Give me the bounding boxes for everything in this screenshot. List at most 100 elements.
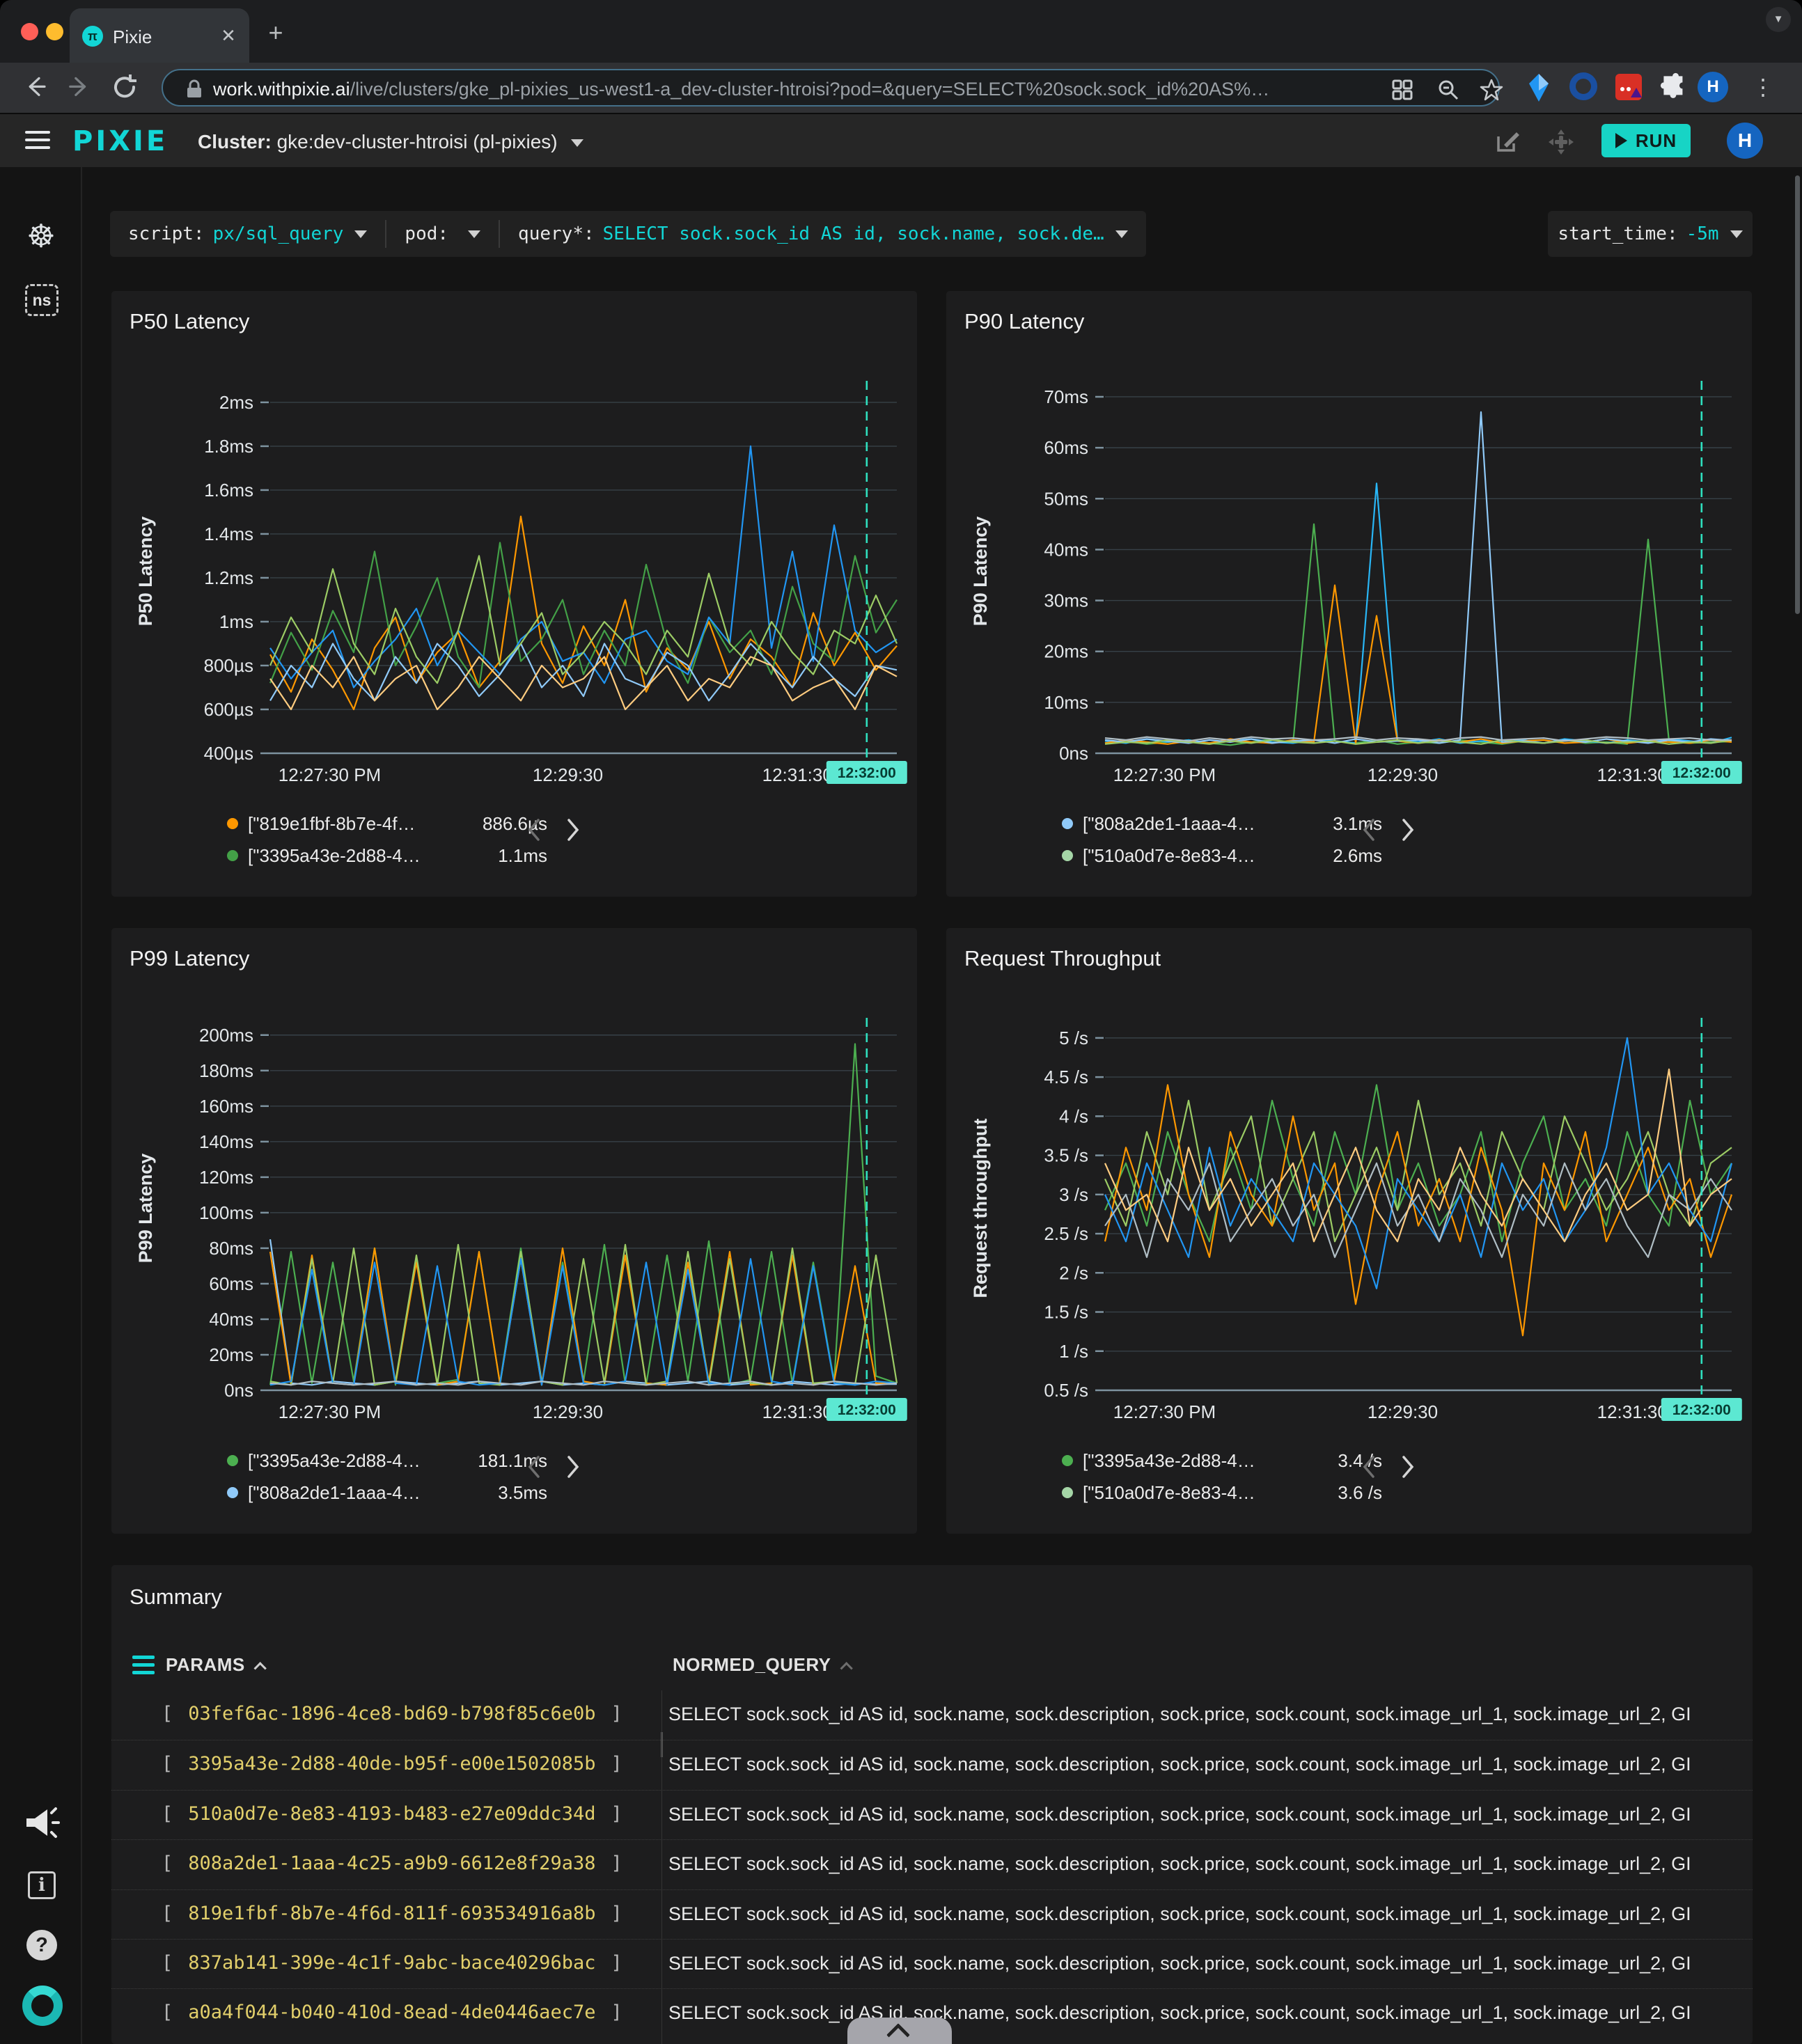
move-widgets-icon[interactable] bbox=[1547, 128, 1575, 156]
svg-text:P99 Latency: P99 Latency bbox=[135, 1154, 156, 1264]
svg-text:12:32:00: 12:32:00 bbox=[838, 1402, 896, 1418]
legend-item[interactable]: ["3395a43e-2d88-4…1.1ms bbox=[227, 840, 826, 872]
table-row[interactable]: [03fef6ac-1896-4ce8-bd69-b798f85c6e0b]SE… bbox=[111, 1690, 1753, 1740]
browser-menu-icon[interactable]: ⋮ bbox=[1752, 70, 1773, 104]
svg-text:1.4ms: 1.4ms bbox=[204, 524, 253, 544]
legend-item[interactable]: ["510a0d7e-8e83-4…3.6 /s bbox=[1062, 1477, 1661, 1509]
legend-dot-icon bbox=[227, 850, 238, 861]
svg-text:20ms: 20ms bbox=[1044, 641, 1088, 662]
menu-hamburger-icon[interactable] bbox=[25, 131, 50, 150]
series-837ab141 bbox=[270, 556, 897, 683]
legend-next-icon[interactable] bbox=[1400, 1454, 1416, 1479]
scrollbar-thumb[interactable] bbox=[1795, 175, 1800, 614]
svg-text:12:32:00: 12:32:00 bbox=[838, 765, 896, 781]
chart-legend: ["819e1fbf-8b7e-4f…886.6µs["3395a43e-2d8… bbox=[227, 808, 826, 872]
legend-prev-icon[interactable] bbox=[526, 817, 542, 842]
window-close-button[interactable] bbox=[21, 23, 38, 40]
back-icon[interactable] bbox=[19, 71, 52, 103]
svg-text:70ms: 70ms bbox=[1044, 386, 1088, 407]
params-cell: [808a2de1-1aaa-4c25-a9b9-6612e8f29a38] bbox=[162, 1853, 622, 1874]
drawer-expand-handle[interactable] bbox=[847, 2018, 952, 2044]
extension-circle-icon[interactable] bbox=[1569, 72, 1597, 100]
extensions-puzzle-icon[interactable] bbox=[1659, 72, 1686, 100]
tab-close-icon[interactable]: ✕ bbox=[217, 25, 240, 47]
cluster-label: Cluster: bbox=[198, 131, 272, 152]
table-menu-icon[interactable] bbox=[132, 1656, 155, 1679]
legend-dot-icon bbox=[1062, 1455, 1073, 1466]
svg-text:800µs: 800µs bbox=[204, 655, 253, 676]
kubernetes-icon[interactable]: ☸ bbox=[0, 217, 82, 255]
svg-text:30ms: 30ms bbox=[1044, 590, 1088, 611]
table-row[interactable]: [3395a43e-2d88-40de-b95f-e00e1502085b]SE… bbox=[111, 1740, 1753, 1789]
help-icon[interactable]: ? bbox=[26, 1930, 57, 1960]
request-throughput-chart: 5 /s4.5 /s4 /s3.5 /s3 /s2.5 /s2 /s1.5 /s… bbox=[946, 988, 1752, 1426]
normed-query-cell: SELECT sock.sock_id AS id, sock.name, so… bbox=[668, 1754, 1753, 1775]
play-icon bbox=[1615, 133, 1627, 148]
normed-query-cell: SELECT sock.sock_id AS id, sock.name, so… bbox=[668, 1903, 1753, 1925]
column-header-params[interactable]: PARAMS bbox=[166, 1654, 267, 1676]
info-icon[interactable]: i bbox=[28, 1871, 56, 1899]
address-bar[interactable]: work.withpixie.ai/live/clusters/gke_pl-p… bbox=[162, 69, 1500, 107]
legend-series-value: 2.6ms bbox=[1292, 845, 1382, 867]
tab-search-icon[interactable]: ▼ bbox=[1766, 7, 1791, 32]
cluster-selector[interactable]: Cluster: gke:dev-cluster-htroisi (pl-pix… bbox=[198, 131, 583, 153]
legend-next-icon[interactable] bbox=[565, 1454, 581, 1479]
table-row[interactable]: [837ab141-399e-4c1f-9abc-bace40296bac]SE… bbox=[111, 1939, 1753, 1988]
params-cell: [510a0d7e-8e83-4193-b483-e27e09ddc34d] bbox=[162, 1803, 622, 1825]
reload-icon[interactable] bbox=[109, 71, 141, 103]
tab-strip: π Pixie ✕ + ▼ bbox=[0, 0, 1802, 63]
series-510a0d7e bbox=[1105, 412, 1732, 744]
extension-pin-icon[interactable] bbox=[1525, 72, 1553, 103]
svg-text:1ms: 1ms bbox=[219, 611, 253, 632]
legend-item[interactable]: ["510a0d7e-8e83-4…2.6ms bbox=[1062, 840, 1661, 872]
browser-profile-avatar[interactable]: H bbox=[1698, 72, 1728, 102]
chevron-down-icon bbox=[354, 230, 367, 238]
forward-icon[interactable] bbox=[64, 71, 96, 103]
legend-prev-icon[interactable] bbox=[1361, 1454, 1377, 1479]
table-row[interactable]: [510a0d7e-8e83-4193-b483-e27e09ddc34d]SE… bbox=[111, 1790, 1753, 1839]
namespace-icon[interactable]: ns bbox=[25, 284, 58, 316]
extension-alert-icon[interactable] bbox=[1614, 72, 1643, 102]
start-time-dropdown[interactable]: start_time: -5m bbox=[1548, 211, 1753, 257]
summary-table-header: PARAMS NORMED_QUERY bbox=[111, 1643, 1753, 1690]
legend-series-name: ["510a0d7e-8e83-4… bbox=[1083, 1482, 1292, 1504]
chevron-down-icon bbox=[571, 139, 583, 147]
svg-text:140ms: 140ms bbox=[199, 1131, 253, 1152]
svg-text:4.5 /s: 4.5 /s bbox=[1044, 1067, 1088, 1087]
legend-dot-icon bbox=[1062, 1487, 1073, 1498]
svg-text:60ms: 60ms bbox=[209, 1273, 253, 1294]
legend-dot-icon bbox=[227, 818, 238, 829]
legend-series-name: ["819e1fbf-8b7e-4f… bbox=[248, 813, 457, 835]
announcements-megaphone-icon[interactable] bbox=[22, 1805, 61, 1841]
bookmark-star-icon[interactable] bbox=[1479, 77, 1504, 102]
column-header-normed-query[interactable]: NORMED_QUERY bbox=[673, 1654, 853, 1676]
script-dropdown[interactable]: script: px/sql_query bbox=[110, 220, 385, 248]
edit-script-icon[interactable] bbox=[1494, 128, 1522, 156]
run-button[interactable]: RUN bbox=[1601, 124, 1691, 157]
chat-widget-icon[interactable] bbox=[22, 1986, 63, 2026]
svg-text:1.6ms: 1.6ms bbox=[204, 480, 253, 501]
window-minimize-button[interactable] bbox=[46, 23, 63, 40]
svg-text:60ms: 60ms bbox=[1044, 437, 1088, 458]
table-row[interactable]: [819e1fbf-8b7e-4f6d-811f-693534916a8b]SE… bbox=[111, 1889, 1753, 1939]
legend-item[interactable]: ["808a2de1-1aaa-4…3.5ms bbox=[227, 1477, 826, 1509]
query-dropdown[interactable]: query*: SELECT sock.sock_id AS id, sock.… bbox=[499, 220, 1146, 248]
reading-list-grid-icon[interactable] bbox=[1390, 77, 1415, 102]
normed-query-cell: SELECT sock.sock_id AS id, sock.name, so… bbox=[668, 2002, 1753, 2024]
table-row[interactable]: [808a2de1-1aaa-4c25-a9b9-6612e8f29a38]SE… bbox=[111, 1839, 1753, 1889]
legend-pager bbox=[526, 1454, 581, 1479]
svg-text:2ms: 2ms bbox=[219, 392, 253, 413]
browser-tab[interactable]: π Pixie ✕ bbox=[70, 8, 249, 63]
zoom-icon[interactable] bbox=[1436, 77, 1461, 102]
new-tab-button[interactable]: + bbox=[263, 18, 288, 47]
pod-dropdown[interactable]: pod: bbox=[385, 220, 499, 248]
params-cell: [a0a4f044-b040-410d-8ead-4de0446aec7e] bbox=[162, 2002, 622, 2023]
series-3395a43e bbox=[1105, 524, 1732, 746]
legend-next-icon[interactable] bbox=[565, 817, 581, 842]
user-avatar[interactable]: H bbox=[1727, 123, 1763, 159]
svg-text:40ms: 40ms bbox=[209, 1309, 253, 1330]
legend-next-icon[interactable] bbox=[1400, 817, 1416, 842]
app-header: PIXIE Cluster: gke:dev-cluster-htroisi (… bbox=[0, 114, 1802, 167]
legend-prev-icon[interactable] bbox=[1361, 817, 1377, 842]
legend-prev-icon[interactable] bbox=[526, 1454, 542, 1479]
